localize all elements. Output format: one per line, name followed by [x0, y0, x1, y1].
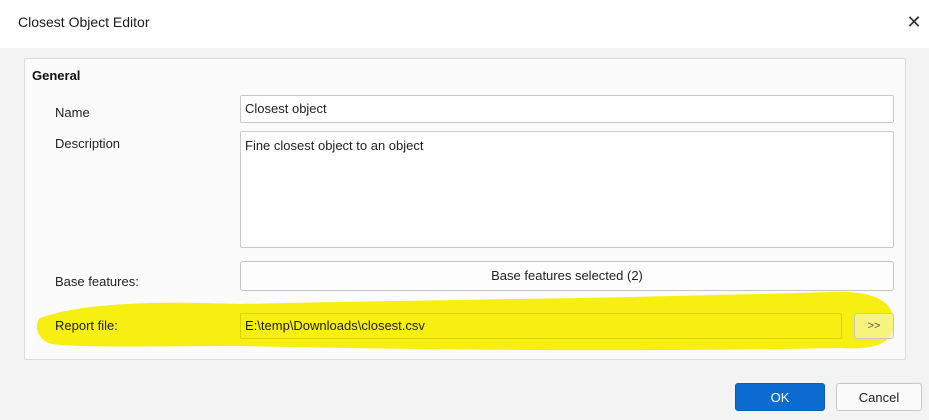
browse-button[interactable]: >> — [854, 313, 894, 339]
name-field[interactable]: Closest object — [240, 95, 894, 123]
base-features-button[interactable]: Base features selected (2) — [240, 261, 894, 291]
report-file-label: Report file: — [55, 318, 118, 333]
description-field[interactable]: Fine closest object to an object — [240, 131, 894, 248]
ok-button[interactable]: OK — [735, 383, 825, 411]
cancel-button[interactable]: Cancel — [836, 383, 922, 411]
report-file-field[interactable]: E:\temp\Downloads\closest.csv — [240, 313, 842, 339]
name-label: Name — [55, 105, 90, 120]
description-label: Description — [55, 136, 121, 151]
base-features-label: Base features: — [55, 274, 139, 289]
